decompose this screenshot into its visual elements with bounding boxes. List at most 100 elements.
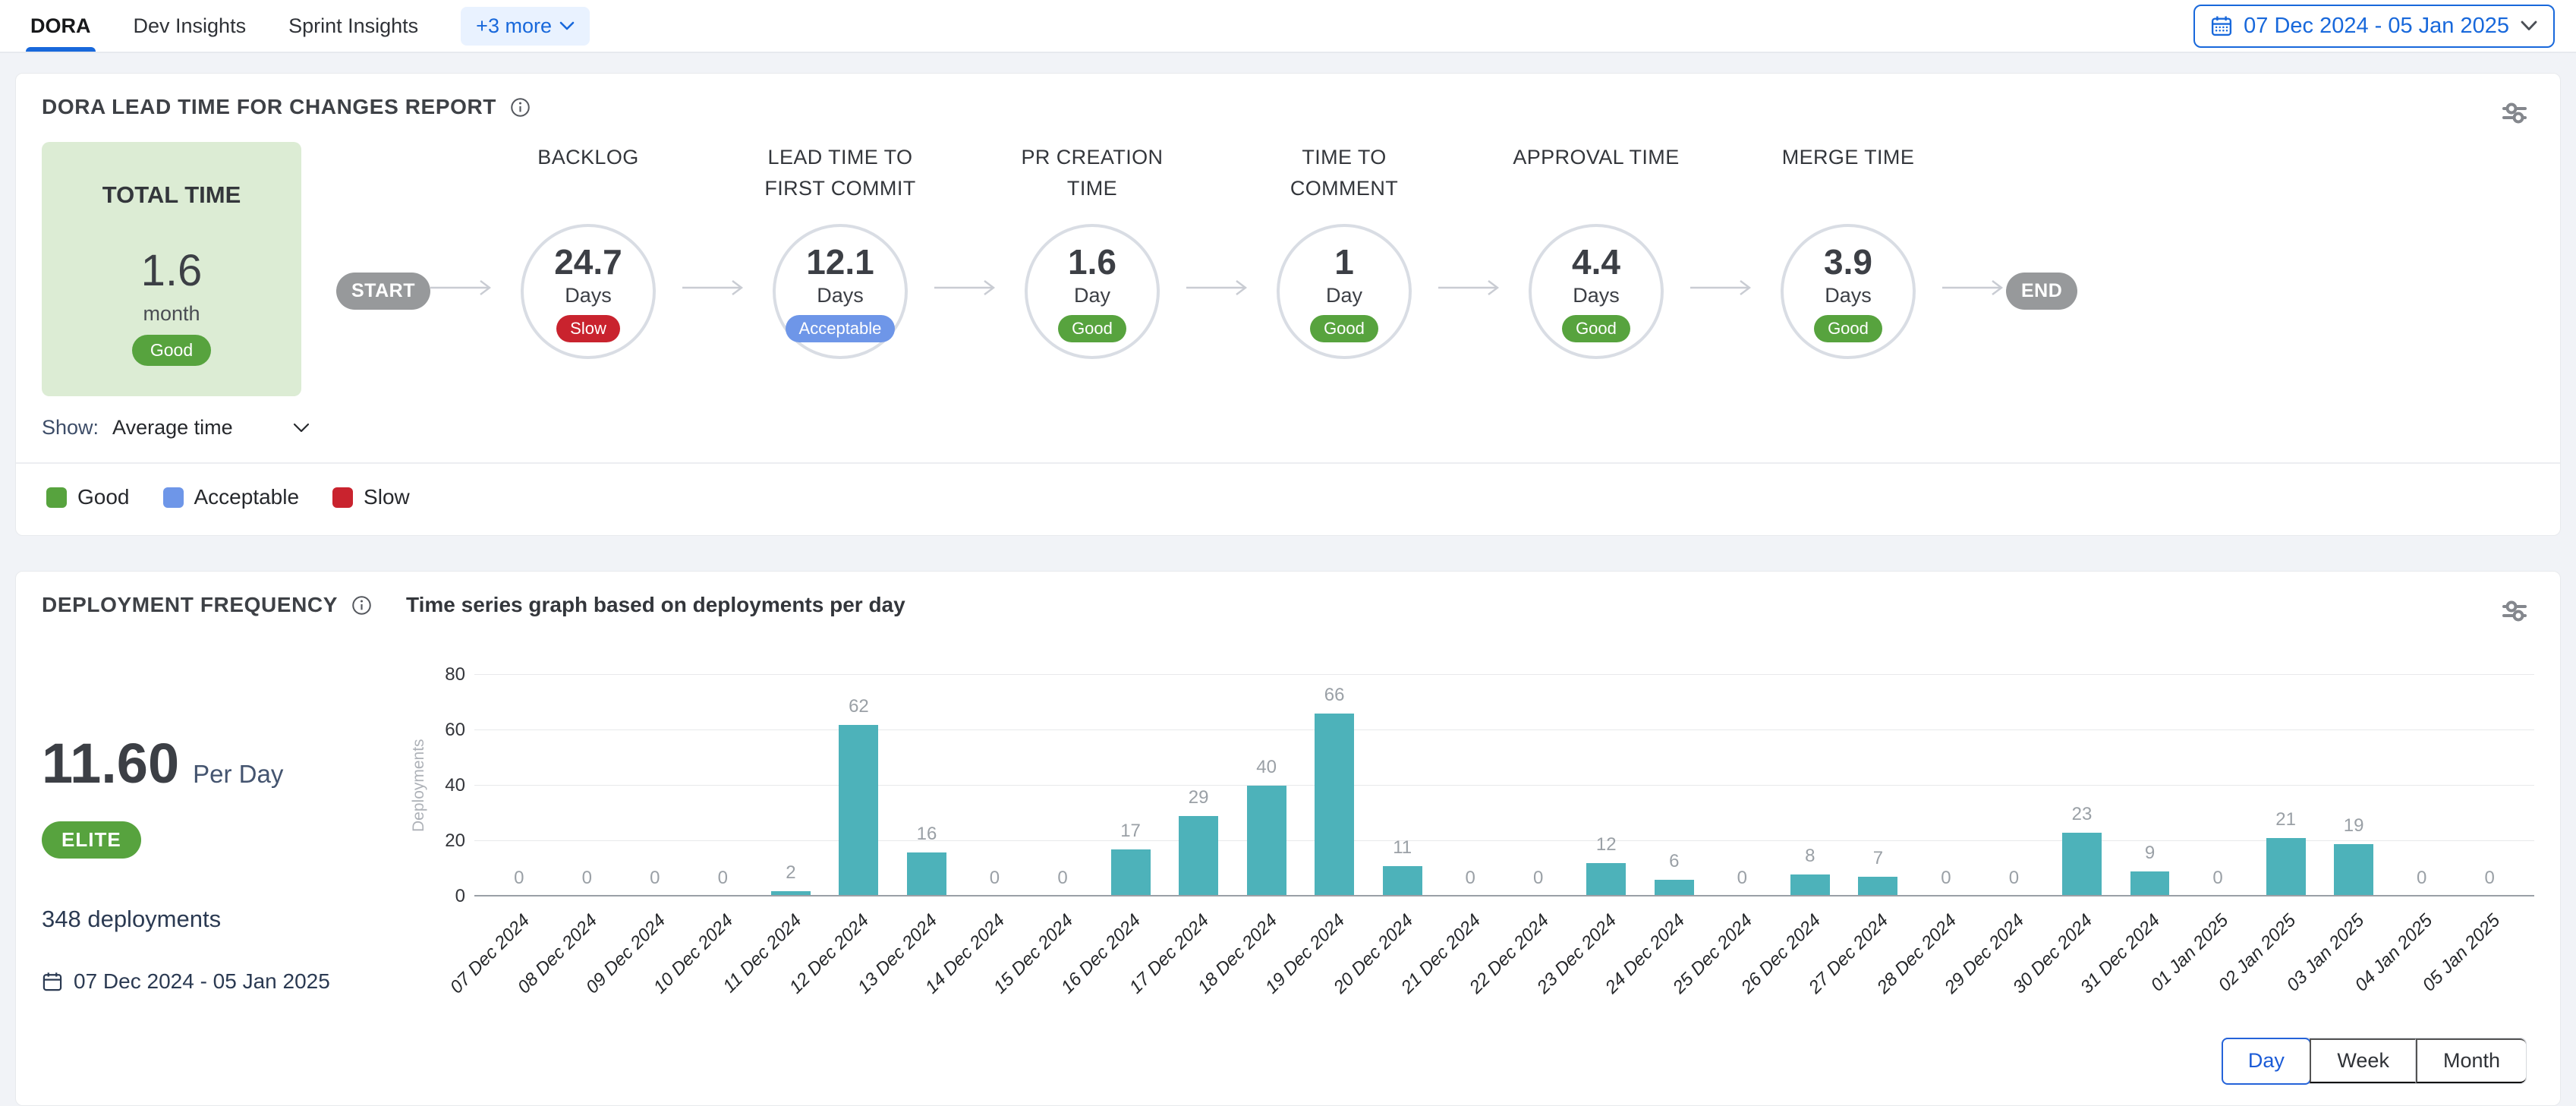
legend-label: Good [77,485,130,509]
bar-column: 4018 Dec 2024 [1233,675,1301,896]
deployment-bar[interactable] [2062,833,2102,896]
more-tabs-label: +3 more [476,14,552,38]
chevron-down-icon [559,20,575,31]
legend-swatch-good [46,487,67,508]
deployment-bar[interactable] [1315,714,1354,896]
deployment-bar[interactable] [1179,816,1218,896]
deployment-bar[interactable] [2266,838,2306,896]
bar-column: 021 Dec 2024 [1436,675,1504,896]
granularity-month-button[interactable]: Month [2416,1038,2526,1083]
status-badge: Good [1058,315,1126,342]
deployment-bar[interactable] [1247,786,1286,896]
deployment-count: 348 deployments [42,906,406,933]
y-axis-ticks: 020406080 [432,675,474,896]
total-time-card: TOTAL TIME 1.6 month Good [42,142,301,396]
top-bar: DORA Dev Insights Sprint Insights +3 mor… [0,0,2576,53]
bar-column: 015 Dec 2024 [1028,675,1097,896]
stage-lead-time-first-commit: LEAD TIME TO FIRST COMMIT 12.1 Days Acce… [746,142,934,359]
sliders-settings-icon[interactable] [2499,597,2530,625]
deployment-bar[interactable] [1383,866,1422,896]
stage-circle[interactable]: 3.9 Days Good [1781,224,1916,359]
total-time-label: TOTAL TIME [102,181,241,209]
flow-arrow [1438,279,1502,297]
legend-item-good: Good [46,485,130,509]
more-tabs-button[interactable]: +3 more [461,7,590,46]
flow-arrow [682,279,746,297]
stage-backlog: BACKLOG 24.7 Days Slow [494,142,682,359]
deployment-bar[interactable] [1586,863,1626,896]
info-icon[interactable] [510,97,531,118]
y-tick-label: 20 [445,830,465,852]
total-time-value: 1.6 [141,245,203,296]
deployment-frequency-card: DEPLOYMENT FREQUENCY 11.60 Per Day ELITE… [15,571,2561,1106]
date-range-picker[interactable]: 07 Dec 2024 - 05 Jan 2025 [2193,5,2555,48]
bar-column: 1716 Dec 2024 [1097,675,1165,896]
stage-merge-time: MERGE TIME 3.9 Days Good [1754,142,1942,359]
bar-column: 029 Dec 2024 [1980,675,2049,896]
status-badge: Good [1814,315,1882,342]
stage-unit: Day [1074,284,1110,307]
bar-column: 009 Dec 2024 [621,675,689,896]
stage-label: BACKLOG [533,142,643,224]
stage-circle[interactable]: 1.6 Day Good [1025,224,1160,359]
stage-circle[interactable]: 24.7 Days Slow [521,224,656,359]
sliders-settings-icon[interactable] [2499,99,2530,127]
flow-arrow [1186,279,1250,297]
bar-column: 007 Dec 2024 [485,675,553,896]
bar-value-label: 0 [2422,868,2558,889]
deployment-bar[interactable] [2130,871,2170,896]
stage-label: LEAD TIME TO FIRST COMMIT [746,142,934,224]
stage-approval-time: APPROVAL TIME 4.4 Days Good [1502,142,1690,359]
tier-badge: ELITE [42,821,141,859]
granularity-day-button[interactable]: Day [2222,1038,2311,1085]
bar-column: 1120 Dec 2024 [1368,675,1437,896]
x-axis-baseline [474,895,2534,897]
tab-bar: DORA Dev Insights Sprint Insights +3 mor… [30,0,590,52]
deployment-bar[interactable] [2334,844,2373,896]
deployment-bar[interactable] [907,852,946,896]
info-icon[interactable] [351,595,372,616]
legend-swatch-acceptable [163,487,184,508]
tab-dev-insights[interactable]: Dev Insights [134,0,247,52]
deployment-bar[interactable] [1111,849,1151,896]
deployment-bar[interactable] [839,725,878,896]
stage-label: PR CREATION TIME [998,142,1186,224]
bar-column: 1903 Jan 2025 [2319,675,2388,896]
deployment-bar[interactable] [1858,877,1897,896]
show-metric-dropdown[interactable]: Show: Average time [42,416,2534,440]
y-axis-label: Deployments [406,675,432,896]
stage-unit: Days [1573,284,1620,307]
stage-circle[interactable]: 1 Day Good [1277,224,1412,359]
flow-arrow [1942,279,2006,297]
lead-time-title: DORA LEAD TIME FOR CHANGES REPORT [42,95,496,119]
y-tick-label: 80 [445,664,465,685]
end-pill: END [2006,273,2077,310]
legend-swatch-slow [332,487,353,508]
granularity-week-button[interactable]: Week [2310,1038,2416,1083]
bar-column: 004 Jan 2025 [2388,675,2456,896]
deployment-chart-panel: Time series graph based on deployments p… [406,593,2534,1084]
deployment-bar[interactable] [1790,874,1830,896]
bar-column: 2102 Jan 2025 [2252,675,2320,896]
bar-column: 022 Dec 2024 [1504,675,1573,896]
bar-plot: 007 Dec 2024008 Dec 2024009 Dec 2024010 … [474,675,2534,896]
tab-dora[interactable]: DORA [30,0,91,52]
stage-value: 24.7 [554,241,622,282]
bar-column: 001 Jan 2025 [2184,675,2252,896]
stage-circle[interactable]: 4.4 Days Good [1529,224,1664,359]
bar-column: 005 Jan 2025 [2455,675,2524,896]
legend-item-slow: Slow [332,485,410,509]
legend-label: Acceptable [194,485,300,509]
stage-label: APPROVAL TIME [1508,142,1683,224]
tab-sprint-insights[interactable]: Sprint Insights [288,0,418,52]
bar-column: 6619 Dec 2024 [1300,675,1368,896]
y-tick-label: 60 [445,720,465,741]
show-label: Show: [42,416,99,440]
stage-time-to-comment: TIME TO COMMENT 1 Day Good [1250,142,1438,359]
chevron-down-icon [2520,20,2538,32]
deployment-rate-value: 11.60 [42,731,179,796]
bar-column: 2917 Dec 2024 [1164,675,1233,896]
stage-circle[interactable]: 12.1 Days Acceptable [773,224,908,359]
lead-time-card: DORA LEAD TIME FOR CHANGES REPORT TOTAL … [15,73,2561,536]
deployment-date-range: 07 Dec 2024 - 05 Jan 2025 [42,969,406,994]
